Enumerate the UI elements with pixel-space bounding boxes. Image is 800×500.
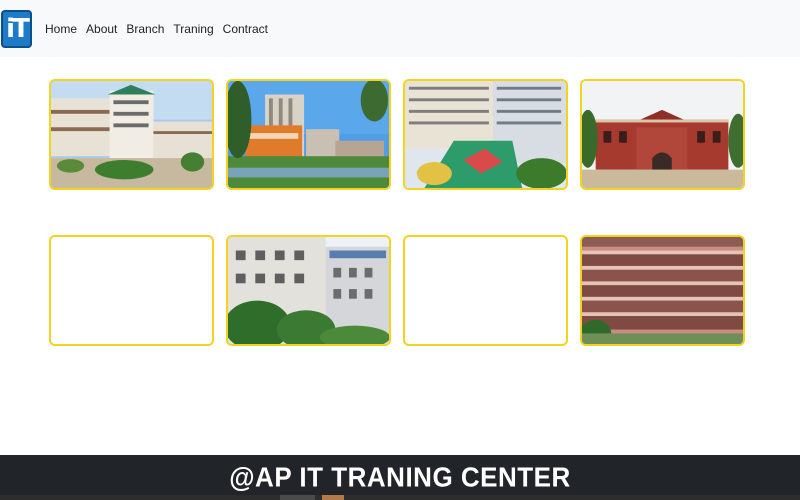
footer-title: @AP IT TRANING CENTER [229,460,571,494]
gallery-card-white-academic-building[interactable] [226,235,391,346]
white-academic-building-photo [228,237,389,344]
school-courtyard-photo [405,81,566,188]
footer: @AP IT TRANING CENTER [0,455,800,500]
red-brick-building-photo [582,81,743,188]
campus-building-photo [51,81,212,188]
gallery-card-modern-tower[interactable] [226,79,391,190]
pink-multi-storey-building-photo [582,237,743,344]
gallery-card-campus-building[interactable] [49,79,214,190]
gallery-card-red-brick-building[interactable] [580,79,745,190]
footer-strip [0,495,800,500]
gallery-card-school-courtyard[interactable] [403,79,568,190]
gallery-card-pink-multi-storey-building[interactable] [580,235,745,346]
gallery-card-empty-2[interactable] [403,235,568,346]
strip-segment [280,495,315,500]
image-gallery [0,0,800,450]
strip-segment [322,495,344,500]
gallery-card-empty-1[interactable] [49,235,214,346]
modern-campus-tower-photo [228,81,389,188]
